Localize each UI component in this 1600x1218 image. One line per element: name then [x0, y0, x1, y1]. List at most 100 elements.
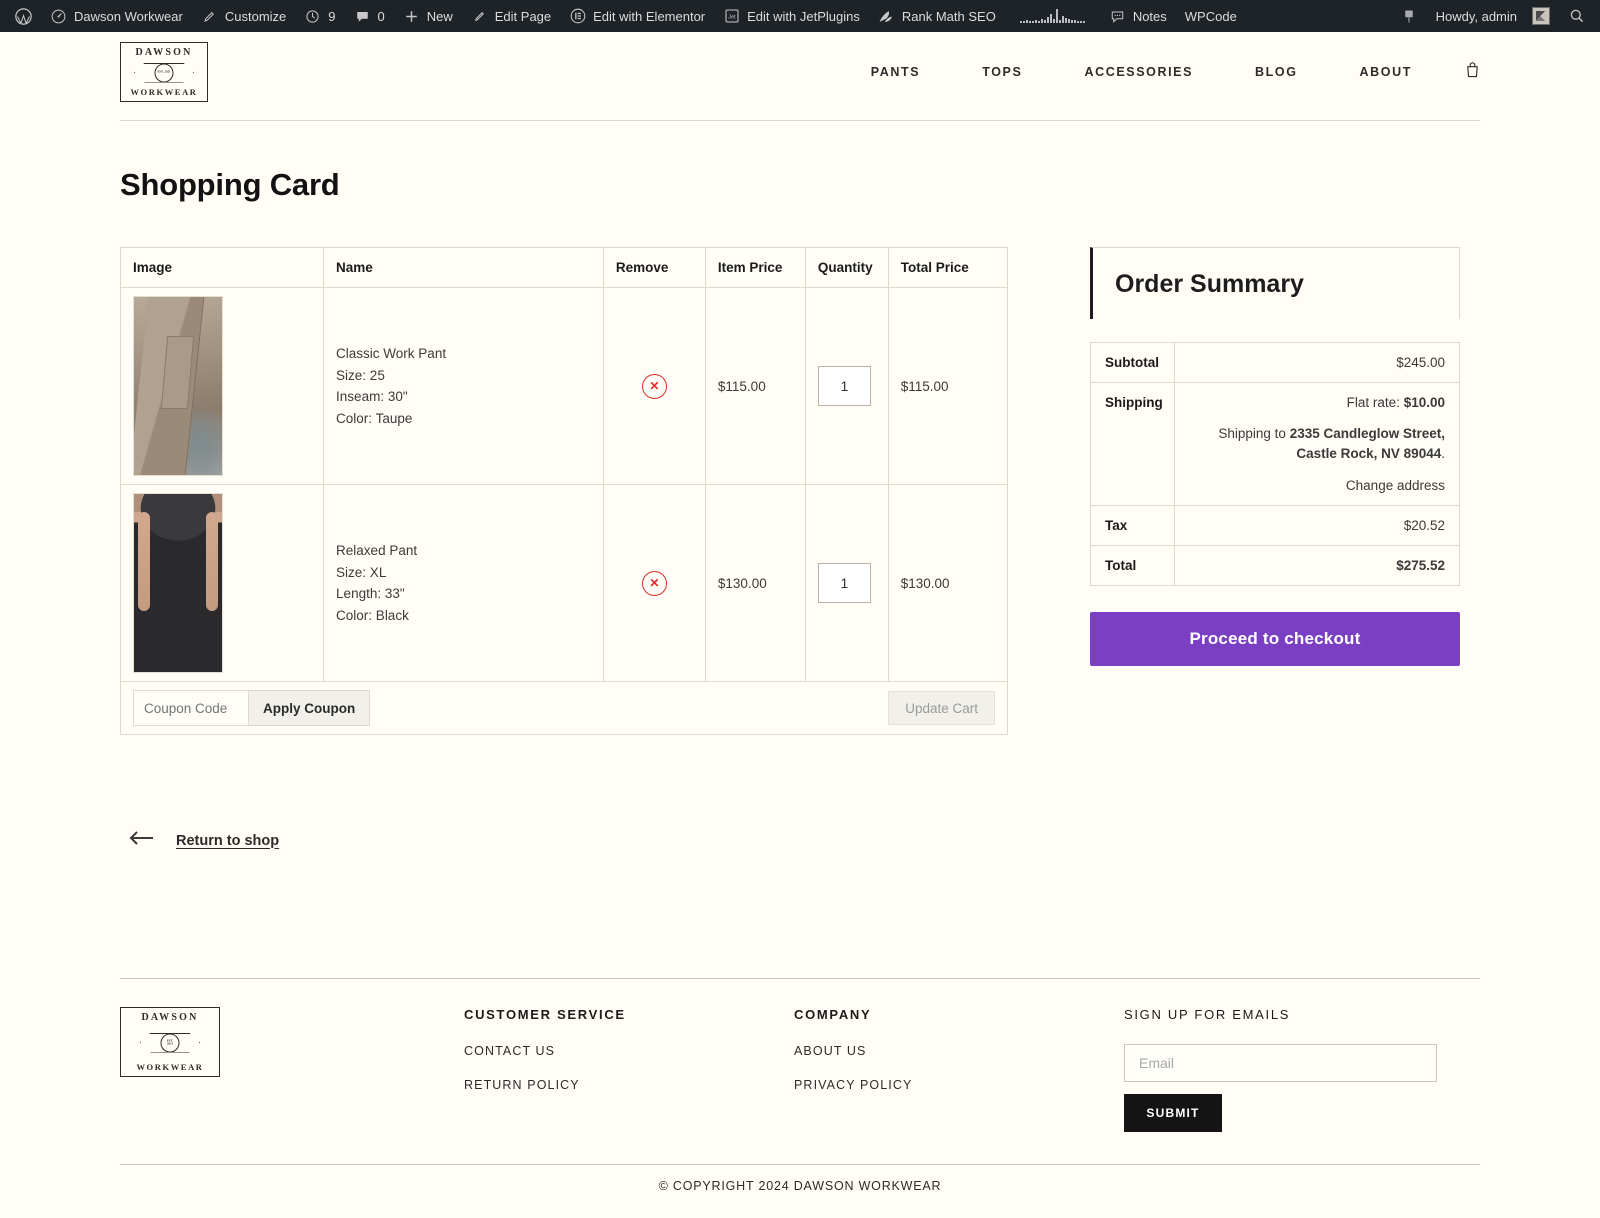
- product-thumbnail[interactable]: [133, 493, 223, 673]
- adminbar-customize-label: Customize: [224, 8, 287, 24]
- total-value: $275.52: [1174, 545, 1460, 586]
- cart-button[interactable]: [1465, 61, 1480, 83]
- adminbar-customize[interactable]: Customize: [192, 0, 295, 32]
- adminbar-site-label: Dawson Workwear: [74, 8, 183, 24]
- adminbar-wpcode[interactable]: WPCode: [1176, 0, 1246, 32]
- plus-icon: [403, 8, 420, 25]
- adminbar-search[interactable]: [1559, 0, 1594, 32]
- footer-link-about-us[interactable]: ABOUT US: [794, 1044, 1124, 1058]
- nav-item-blog[interactable]: BLOG: [1224, 65, 1329, 79]
- adminbar-edit-page-label: Edit Page: [494, 8, 552, 24]
- page-title: Shopping Card: [120, 167, 340, 202]
- logo-emblem-text: EST. 2021: [157, 69, 171, 74]
- adminbar-new-label: New: [426, 8, 453, 24]
- newsletter-submit-button[interactable]: SUBMIT: [1124, 1094, 1222, 1132]
- table-row: Classic Work Pant Size: 25 Inseam: 30" C…: [119, 287, 1009, 485]
- product-name: Relaxed Pant: [336, 543, 418, 558]
- site-logo[interactable]: DAWSON EST. 2021 WORKWEAR: [120, 42, 208, 102]
- summary-row-total: Total $275.52: [1090, 545, 1460, 586]
- adminbar-pin[interactable]: [1392, 0, 1427, 32]
- comment-bubble-icon: [354, 8, 371, 25]
- pencil-icon: [471, 8, 488, 25]
- order-summary-header: Order Summary: [1090, 247, 1460, 319]
- remove-circle-x-icon[interactable]: ✕: [641, 373, 667, 399]
- cart-actions-row: Apply Coupon Update Cart: [120, 681, 1008, 735]
- header-divider: [120, 120, 1480, 121]
- adminbar-howdy-label: Howdy, admin: [1435, 8, 1517, 24]
- product-thumbnail[interactable]: [133, 296, 223, 476]
- adminbar-new[interactable]: New: [394, 0, 462, 32]
- adminbar-rank-math-seo[interactable]: Rank Math SEO: [869, 0, 1005, 32]
- cell-image: [119, 287, 325, 485]
- order-summary-table: Subtotal $245.00 Shipping Flat rate: $10…: [1090, 342, 1460, 586]
- adminbar-edit-with-elementor[interactable]: Edit with Elementor: [560, 0, 714, 32]
- copyright-bar: © COPYRIGHT 2024 DAWSON WORKWEAR: [120, 1164, 1480, 1193]
- coupon-code-input[interactable]: [133, 690, 249, 726]
- nav-item-pants[interactable]: PANTS: [840, 65, 951, 79]
- updates-icon: [304, 8, 321, 25]
- cell-total-price: $115.00: [887, 287, 1009, 485]
- column-header-quantity: Quantity: [804, 247, 889, 288]
- cart-actions: Apply Coupon Update Cart: [133, 690, 995, 726]
- footer-customer-service-heading: CUSTOMER SERVICE: [464, 1007, 626, 1022]
- apply-coupon-button[interactable]: Apply Coupon: [249, 690, 371, 726]
- adminbar-site-name[interactable]: Dawson Workwear: [41, 0, 192, 32]
- update-cart-button[interactable]: Update Cart: [888, 691, 995, 725]
- quantity-stepper[interactable]: 1: [817, 366, 871, 406]
- column-header-total-price: Total Price: [887, 247, 1009, 288]
- shipping-value: Flat rate: $10.00 Shipping to 2335 Candl…: [1174, 382, 1460, 506]
- footer-logo[interactable]: DAWSON EST. 2021 WORKWEAR: [120, 1007, 220, 1077]
- table-row: Relaxed Pant Size: XL Length: 33" Color:…: [119, 484, 1009, 682]
- jetplugins-icon: Jet: [723, 8, 740, 25]
- footer-logo-bottom-text: WORKWEAR: [136, 1062, 204, 1072]
- footer-company-col: COMPANY ABOUT US PRIVACY POLICY: [794, 1007, 1124, 1132]
- cell-name: Classic Work Pant Size: 25 Inseam: 30" C…: [323, 287, 604, 485]
- change-address-link[interactable]: Change address: [1346, 478, 1445, 493]
- cell-quantity: 1: [804, 484, 889, 682]
- nav-item-accessories[interactable]: ACCESSORIES: [1053, 65, 1224, 79]
- return-to-shop-row: Return to shop: [128, 829, 1480, 852]
- footer-logo-top-text: DAWSON: [141, 1012, 199, 1023]
- adminbar-wordpress-logo[interactable]: [6, 0, 41, 32]
- avatar-icon: [1532, 7, 1550, 25]
- adminbar-comments[interactable]: 0: [345, 0, 394, 32]
- product-length: Length: 33": [336, 586, 405, 601]
- shipping-label: Shipping: [1090, 382, 1175, 506]
- footer-link-contact-us[interactable]: CONTACT US: [464, 1044, 794, 1058]
- svg-text:Jet: Jet: [728, 14, 736, 20]
- column-header-name: Name: [323, 247, 604, 288]
- sparkline-icon: [1014, 9, 1091, 23]
- adminbar-edit-with-jetplugins[interactable]: Jet Edit with JetPlugins: [714, 0, 869, 32]
- elementor-icon: [569, 8, 586, 25]
- total-label: Total: [1090, 545, 1175, 586]
- paintbrush-icon: [201, 8, 218, 25]
- footer-link-privacy-policy[interactable]: PRIVACY POLICY: [794, 1078, 1124, 1092]
- shipping-rate-line: Flat rate: $10.00: [1189, 395, 1445, 410]
- cell-total-price: $130.00: [887, 484, 1009, 682]
- logo-emblem-icon: EST. 2021: [128, 61, 200, 85]
- product-color: Color: Taupe: [336, 410, 413, 426]
- nav-item-about[interactable]: ABOUT: [1329, 65, 1443, 79]
- remove-circle-x-icon[interactable]: ✕: [641, 570, 667, 596]
- return-to-shop-link[interactable]: Return to shop: [176, 833, 279, 849]
- footer-customer-service-col: CUSTOMER SERVICE CONTACT US RETURN POLIC…: [464, 1007, 794, 1132]
- email-field[interactable]: [1124, 1044, 1437, 1082]
- cell-quantity: 1: [804, 287, 889, 485]
- summary-row-tax: Tax $20.52: [1090, 505, 1460, 546]
- nav-item-tops[interactable]: TOPS: [951, 65, 1053, 79]
- product-color: Color: Black: [336, 607, 409, 623]
- adminbar-updates-count: 9: [328, 8, 336, 24]
- quantity-stepper[interactable]: 1: [817, 563, 871, 603]
- site-footer: DAWSON EST. 2021 WORKWEAR CUSTOMER SERVIC…: [120, 978, 1480, 1132]
- adminbar-updates[interactable]: 9: [295, 0, 344, 32]
- adminbar-edit-page[interactable]: Edit Page: [462, 0, 560, 32]
- shipping-address-line1: 2335 Candleglow Street,: [1289, 426, 1445, 441]
- product-size: Size: XL: [336, 564, 387, 580]
- tax-label: Tax: [1090, 505, 1175, 546]
- adminbar-notes[interactable]: Notes: [1100, 0, 1176, 32]
- adminbar-howdy[interactable]: Howdy, admin: [1427, 0, 1559, 32]
- adminbar-notes-label: Notes: [1132, 8, 1167, 24]
- footer-link-return-policy[interactable]: RETURN POLICY: [464, 1078, 794, 1092]
- adminbar-rankmath-label: Rank Math SEO: [901, 8, 996, 24]
- proceed-to-checkout-button[interactable]: Proceed to checkout: [1090, 612, 1460, 666]
